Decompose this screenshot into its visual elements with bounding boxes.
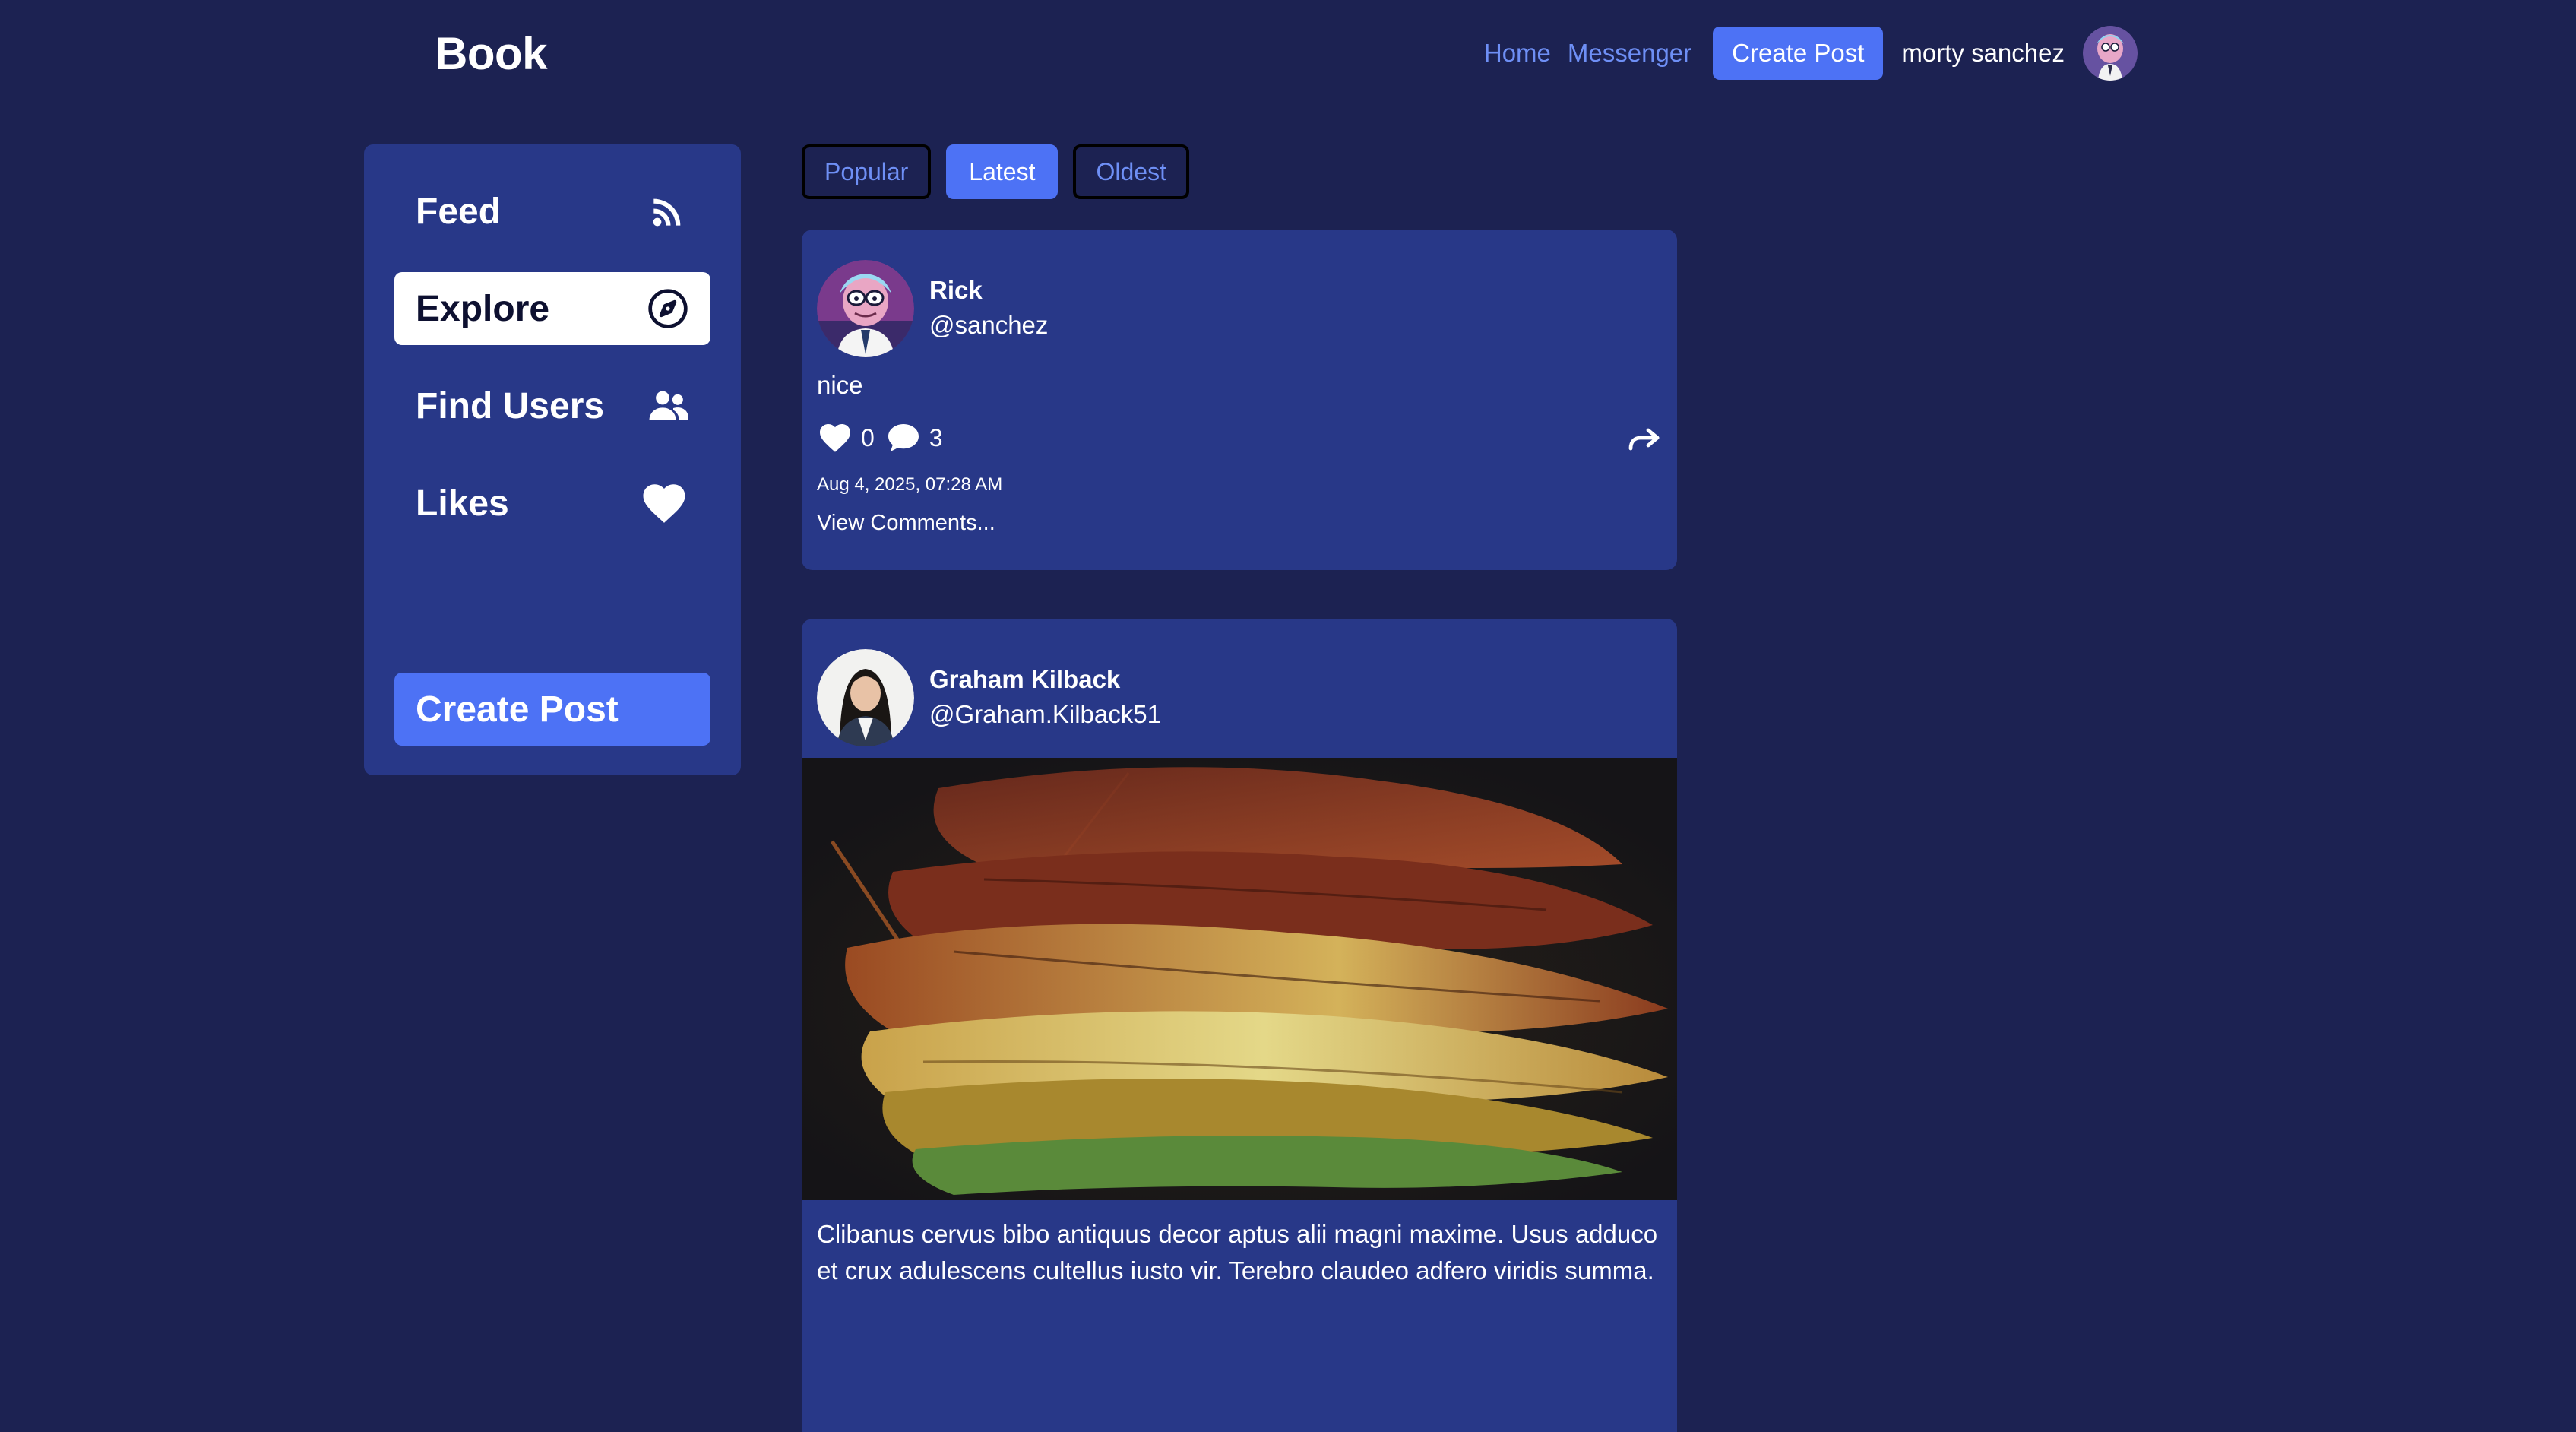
post-author-handle[interactable]: @sanchez	[929, 307, 1048, 344]
user-avatar[interactable]	[2083, 26, 2138, 81]
current-username[interactable]: morty sanchez	[1901, 39, 2065, 68]
sidebar-item-label: Feed	[416, 191, 502, 232]
sidebar-item-label: Likes	[416, 483, 509, 524]
like-count: 0	[861, 423, 875, 451]
brand-logo[interactable]: Book	[435, 27, 548, 80]
sidebar-item-feed[interactable]: Feed	[394, 175, 710, 248]
like-heart-icon[interactable]	[817, 420, 853, 456]
post-author-avatar[interactable]	[817, 649, 914, 746]
post-author-info: Graham Kilback @Graham.Kilback51	[929, 663, 1161, 733]
nav-messenger-link[interactable]: Messenger	[1568, 39, 1691, 68]
tab-popular[interactable]: Popular	[802, 144, 932, 199]
users-icon	[649, 391, 688, 420]
nav-home-link[interactable]: Home	[1484, 39, 1551, 68]
post-card: Graham Kilback @Graham.Kilback51 Clibanu…	[802, 619, 1677, 1432]
sidebar-item-label: Explore	[416, 288, 550, 329]
tab-latest[interactable]: Latest	[946, 144, 1059, 199]
tab-oldest[interactable]: Oldest	[1073, 144, 1189, 199]
feed-sort-tabs: Popular Latest Oldest	[802, 144, 1204, 199]
post-author: Rick @sanchez	[817, 260, 1048, 357]
sidebar-item-label: Find Users	[416, 385, 605, 426]
page: Book Home Messenger Create Post morty sa…	[0, 0, 2576, 1432]
view-comments-link[interactable]: View Comments...	[817, 511, 995, 536]
post-body-text: nice	[817, 371, 863, 399]
post-timestamp: Aug 4, 2025, 07:28 AM	[817, 474, 1003, 495]
sidebar-item-explore[interactable]: Explore	[394, 272, 710, 345]
post-card: Rick @sanchez nice 0 3 Aug 4, 2025, 07:2…	[802, 230, 1677, 570]
compass-icon	[648, 289, 688, 328]
post-author: Graham Kilback @Graham.Kilback51	[817, 649, 1161, 746]
heart-icon	[643, 484, 685, 523]
sidebar: Feed Explore Find Users Likes Create Pos…	[364, 144, 741, 775]
sidebar-item-likes[interactable]: Likes	[394, 467, 710, 540]
post-author-avatar[interactable]	[817, 260, 914, 357]
post-author-name[interactable]: Rick	[929, 274, 1048, 307]
post-caption-text: Clibanus cervus bibo antiquus decor aptu…	[817, 1220, 1658, 1285]
top-navigation: Home Messenger Create Post morty sanchez	[1484, 26, 2138, 81]
post-author-info: Rick @sanchez	[929, 274, 1048, 344]
share-icon[interactable]	[1625, 421, 1662, 458]
rss-icon	[653, 198, 681, 227]
post-author-name[interactable]: Graham Kilback	[929, 663, 1161, 696]
sidebar-item-find-users[interactable]: Find Users	[394, 369, 710, 442]
comment-count: 3	[929, 423, 943, 451]
comment-bubble-icon[interactable]	[885, 420, 922, 456]
sidebar-create-post-button[interactable]: Create Post	[394, 673, 710, 746]
post-author-handle[interactable]: @Graham.Kilback51	[929, 696, 1161, 733]
post-image-autumn-leaves[interactable]	[802, 758, 1677, 1200]
post-actions: 0 3	[817, 420, 954, 456]
nav-create-post-button[interactable]: Create Post	[1713, 27, 1884, 80]
